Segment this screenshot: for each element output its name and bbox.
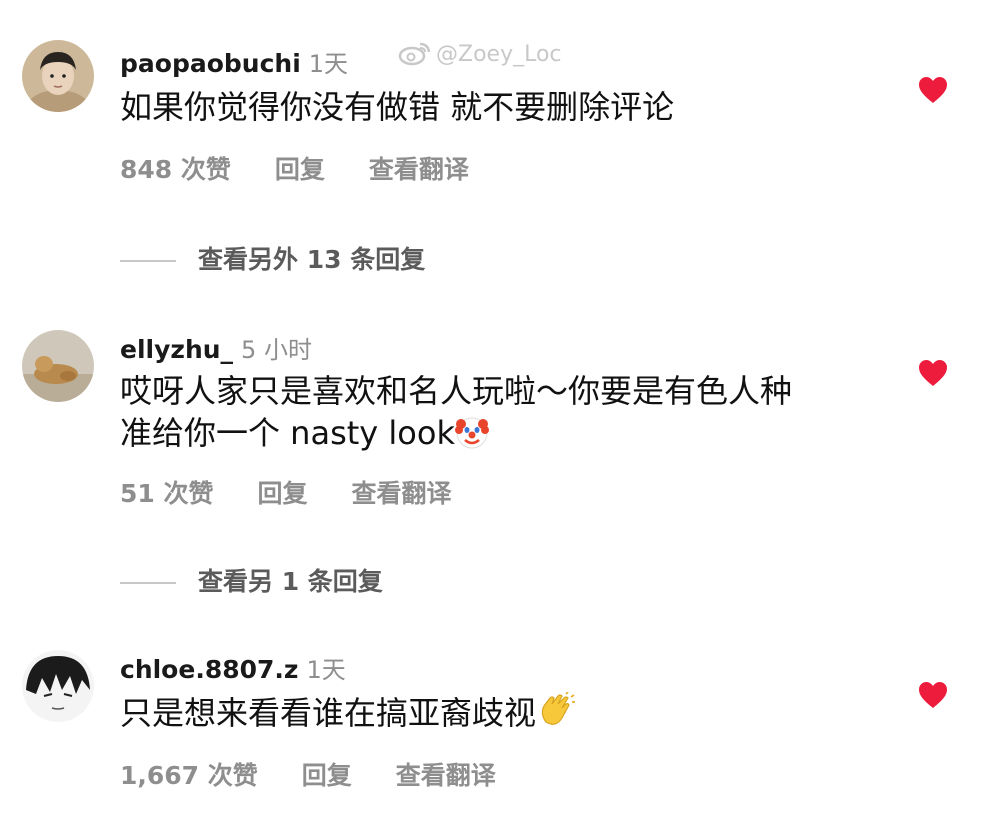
translate-button[interactable]: 查看翻译: [369, 150, 469, 186]
comment-actions: 1,667 次赞 回复 查看翻译: [120, 756, 496, 792]
divider-line: [120, 582, 176, 584]
comment-text-row: 只是想来看看谁在搞亚裔歧视: [120, 691, 576, 740]
comment-text: 只是想来看看谁在搞亚裔歧视: [120, 694, 537, 732]
comment-author: chloe.8807.z 1天: [120, 650, 346, 685]
clown-face-icon: [454, 416, 489, 460]
clapping-hands-icon: [536, 691, 576, 740]
comment-text: 如果你觉得你没有做错 就不要删除评论: [120, 88, 675, 126]
weibo-icon: [398, 42, 431, 66]
reply-button[interactable]: 回复: [302, 756, 352, 792]
comment-text-line-1: 哎呀人家只是喜欢和名人玩啦～你要是有色人种: [120, 372, 793, 410]
comment-time: 1天: [306, 656, 346, 684]
comment-actions: 848 次赞 回复 查看翻译: [120, 150, 469, 186]
translate-button[interactable]: 查看翻译: [352, 474, 452, 510]
username[interactable]: chloe.8807.z: [120, 655, 298, 684]
view-more-replies[interactable]: 查看另 1 条回复: [120, 562, 383, 598]
heart-icon[interactable]: [918, 76, 948, 104]
comment-author: ellyzhu_ 5 小时: [120, 330, 312, 365]
user-avatar-image: [22, 650, 94, 722]
username[interactable]: ellyzhu_: [120, 335, 233, 364]
user-avatar-image: [22, 40, 94, 112]
more-replies-label: 查看另 1 条回复: [198, 567, 383, 596]
username[interactable]: paopaobuchi: [120, 49, 301, 78]
comment-text-content: 准给你一个 nasty look: [120, 414, 455, 452]
likes-count[interactable]: 848 次赞: [120, 150, 231, 186]
translate-button[interactable]: 查看翻译: [396, 756, 496, 792]
heart-icon[interactable]: [918, 681, 948, 709]
likes-count[interactable]: 1,667 次赞: [120, 756, 258, 792]
comment-text-line-2: 准给你一个 nasty look: [120, 412, 489, 460]
comments-screen: @Zoey_Loc paopaobuchi 1天 如果你觉得你没有做错 就不要删除…: [0, 0, 1000, 831]
avatar[interactable]: [22, 40, 94, 112]
comment-time: 1天: [308, 50, 349, 78]
comment-author: paopaobuchi 1天: [120, 44, 348, 79]
weibo-watermark: @Zoey_Loc: [398, 40, 562, 67]
divider-line: [120, 260, 176, 262]
likes-count[interactable]: 51 次赞: [120, 474, 214, 510]
more-replies-label: 查看另外 13 条回复: [198, 245, 426, 274]
avatar[interactable]: [22, 650, 94, 722]
heart-icon[interactable]: [918, 359, 948, 387]
reply-button[interactable]: 回复: [258, 474, 308, 510]
view-more-replies[interactable]: 查看另外 13 条回复: [120, 240, 425, 276]
watermark-text: @Zoey_Loc: [436, 42, 562, 67]
comment-actions: 51 次赞 回复 查看翻译: [120, 474, 452, 510]
reply-button[interactable]: 回复: [275, 150, 325, 186]
user-avatar-image: [22, 330, 94, 402]
comment-time: 5 小时: [241, 336, 312, 364]
avatar[interactable]: [22, 330, 94, 402]
